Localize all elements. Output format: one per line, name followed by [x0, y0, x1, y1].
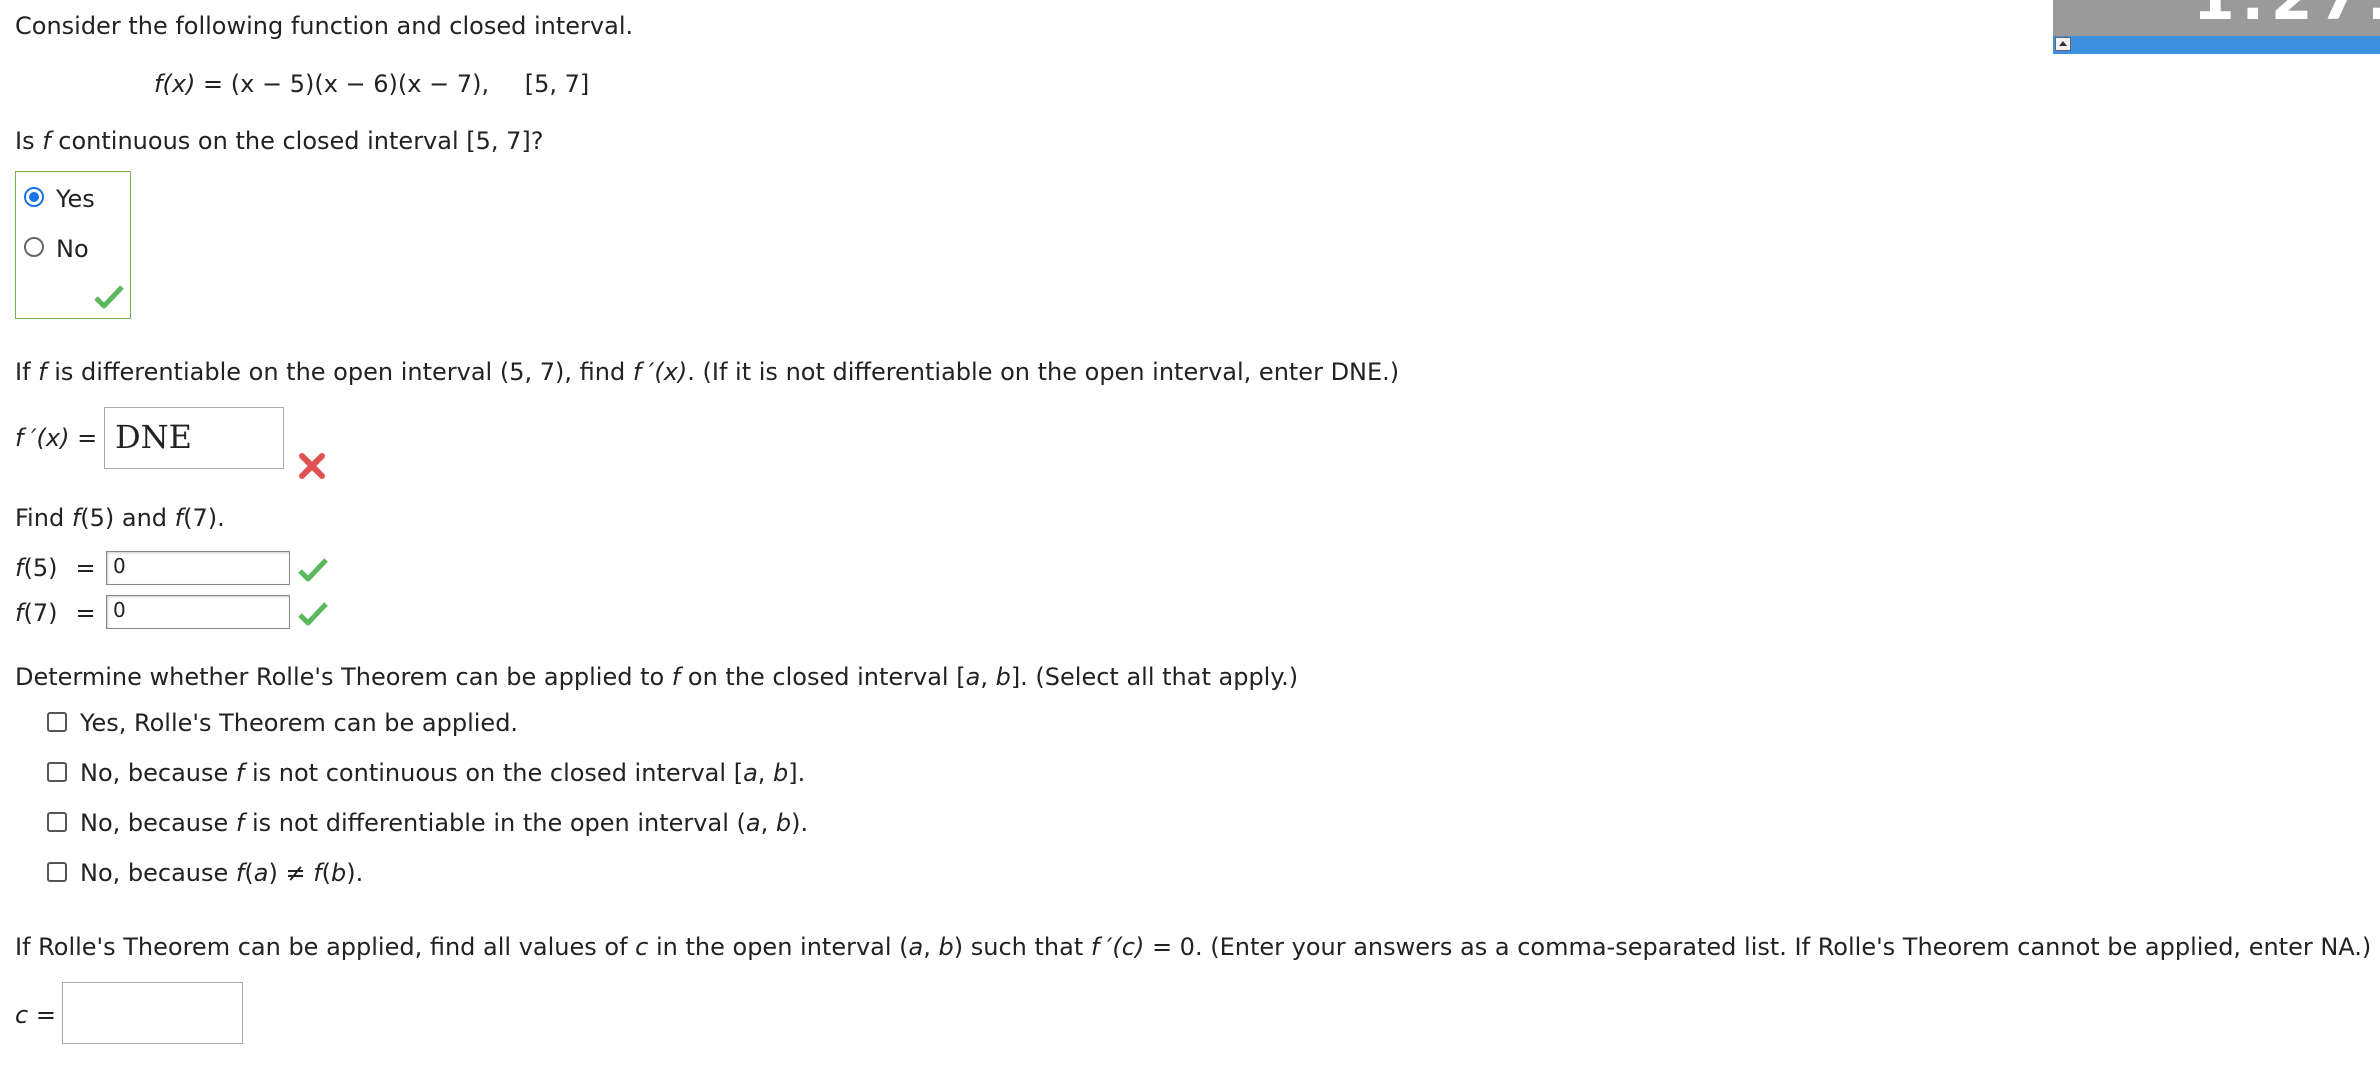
- q4-var-f: f: [671, 663, 681, 691]
- q1-radio-yes[interactable]: [24, 187, 44, 207]
- q5-c-values-input[interactable]: [62, 982, 243, 1044]
- function-rhs: = (x − 5)(x − 6)(x − 7),: [203, 70, 490, 98]
- q4-opt4-t1: No, because: [80, 859, 236, 887]
- q3-text-3: (7).: [183, 504, 225, 532]
- q1-text-2: continuous on the closed interval [5, 7]…: [50, 127, 544, 155]
- q4-var-b: b: [995, 663, 1011, 691]
- timer-display: 1:27:1: [2193, 0, 2380, 34]
- q4-checkbox-not-differentiable[interactable]: [47, 812, 67, 832]
- q4-checkbox-yes[interactable]: [47, 712, 67, 732]
- q4-checkbox-not-continuous[interactable]: [47, 762, 67, 782]
- q2-var-f: f: [38, 358, 47, 386]
- q4-opt4-t2: (: [244, 859, 254, 887]
- q3-var-f1: f: [71, 504, 81, 532]
- q3-text-1: Find: [15, 504, 72, 532]
- q4-opt4-b: b: [331, 859, 347, 887]
- q3-f7-input[interactable]: 0: [106, 595, 290, 629]
- function-lhs: f(x): [154, 70, 196, 98]
- timer-widget: 1:27:1: [2053, 0, 2380, 36]
- q5-var-a: a: [908, 933, 924, 961]
- q2-text-1: If: [15, 358, 39, 386]
- q4-opt2-b: b: [773, 759, 789, 787]
- q4-opt4-a: a: [253, 859, 269, 887]
- q1-answer-box: Yes No: [15, 171, 131, 319]
- q3-f7-arg: (7): [23, 599, 58, 627]
- q3-f7-eq: =: [75, 599, 96, 627]
- q5-var-c: c: [635, 933, 649, 961]
- q4-option-yes-label: Yes, Rolle's Theorem can be applied.: [80, 709, 519, 737]
- q4-opt3-b: b: [775, 809, 792, 837]
- q3-f5-label: f(5) =: [15, 554, 96, 583]
- q1-prompt: Is f continuous on the closed interval […: [15, 127, 544, 156]
- q3-f5-input[interactable]: 0: [106, 551, 290, 585]
- q5-label-c: c: [15, 1001, 29, 1029]
- q5-comma: ,: [923, 933, 939, 961]
- q4-opt2-t2: is not continuous on the closed interval…: [244, 759, 744, 787]
- function-interval: [5, 7]: [524, 70, 590, 98]
- function-definition: f(x) = (x − 5)(x − 6)(x − 7), [5, 7]: [154, 70, 589, 99]
- q4-text-3: ]. (Select all that apply.): [1010, 663, 1299, 691]
- q4-var-a: a: [965, 663, 981, 691]
- q5-var-b: b: [938, 933, 954, 961]
- q2-label-eq: =: [77, 424, 98, 452]
- q1-var-f: f: [42, 127, 51, 155]
- q4-opt3-t4: ).: [791, 809, 809, 837]
- q3-f5-eq: =: [75, 554, 96, 582]
- q2-incorrect-cross-icon: [299, 453, 325, 479]
- q3-var-f2: f: [174, 504, 184, 532]
- q4-opt2-t3: ,: [757, 759, 774, 787]
- q3-f5-correct-check-icon: [298, 558, 328, 582]
- q2-derivative-input[interactable]: DNE: [104, 407, 284, 469]
- q4-opt3-t1: No, because: [80, 809, 236, 837]
- q5-text-4: = 0. (Enter your answers as a comma-sepa…: [1144, 933, 2372, 961]
- q1-option-yes-label: Yes: [56, 185, 95, 213]
- q2-text-3: . (If it is not differentiable on the op…: [687, 358, 1400, 386]
- timer-collapse-icon[interactable]: [2055, 37, 2071, 51]
- q4-text-2: on the closed interval [: [680, 663, 966, 691]
- q3-f7-correct-check-icon: [298, 602, 328, 626]
- q4-prompt: Determine whether Rolle's Theorem can be…: [15, 663, 1298, 692]
- q4-opt4-t3: ) ≠: [268, 859, 314, 887]
- q5-prompt: If Rolle's Theorem can be applied, find …: [15, 933, 2371, 962]
- q2-label-fprime: f ′(x): [15, 424, 70, 452]
- q4-opt2-t1: No, because: [80, 759, 236, 787]
- q4-opt4-t5: ).: [346, 859, 364, 887]
- q4-opt3-t3: ,: [760, 809, 776, 837]
- q5-field-label: c =: [15, 1001, 56, 1030]
- q4-opt3-t2: is not differentiable in the open interv…: [244, 809, 746, 837]
- q1-text-1: Is: [15, 127, 43, 155]
- q3-prompt: Find f(5) and f(7).: [15, 504, 225, 533]
- q4-opt2-t4: ].: [788, 759, 806, 787]
- q2-field-label: f ′(x) =: [15, 424, 97, 453]
- q1-radio-no[interactable]: [24, 237, 44, 257]
- q4-comma: ,: [980, 663, 996, 691]
- q3-text-2: (5) and: [80, 504, 175, 532]
- q2-text-2: is differentiable on the open interval (…: [46, 358, 633, 386]
- q4-text-1: Determine whether Rolle's Theorem can be…: [15, 663, 672, 691]
- q4-option-not-differentiable-label: No, because f is not differentiable in t…: [80, 809, 808, 838]
- timer-bar: [2053, 36, 2380, 54]
- q4-opt4-t4: (: [321, 859, 332, 887]
- q4-opt3-a: a: [745, 809, 761, 837]
- q5-var-fprime-c: f ′(c): [1090, 933, 1145, 961]
- q4-opt2-a: a: [743, 759, 758, 787]
- q2-var-fprime: f ′(x): [632, 358, 688, 386]
- q5-label-eq: =: [35, 1001, 56, 1029]
- q3-f7-label: f(7) =: [15, 599, 96, 628]
- q4-option-fa-ne-fb-label: No, because f(a) ≠ f(b).: [80, 859, 363, 888]
- q4-checkbox-fa-ne-fb[interactable]: [47, 862, 67, 882]
- problem-intro: Consider the following function and clos…: [15, 12, 634, 40]
- q2-prompt: If f is differentiable on the open inter…: [15, 358, 1399, 387]
- q5-text-2: in the open interval (: [648, 933, 909, 961]
- q1-option-no-label: No: [56, 235, 89, 263]
- q4-option-not-continuous-label: No, because f is not continuous on the c…: [80, 759, 805, 788]
- q5-text-3: ) such that: [953, 933, 1091, 961]
- q4-opt4-fb: f: [313, 859, 322, 887]
- q1-correct-check-icon: [94, 285, 124, 309]
- q3-f5-arg: (5): [23, 554, 58, 582]
- q5-text-1: If Rolle's Theorem can be applied, find …: [15, 933, 636, 961]
